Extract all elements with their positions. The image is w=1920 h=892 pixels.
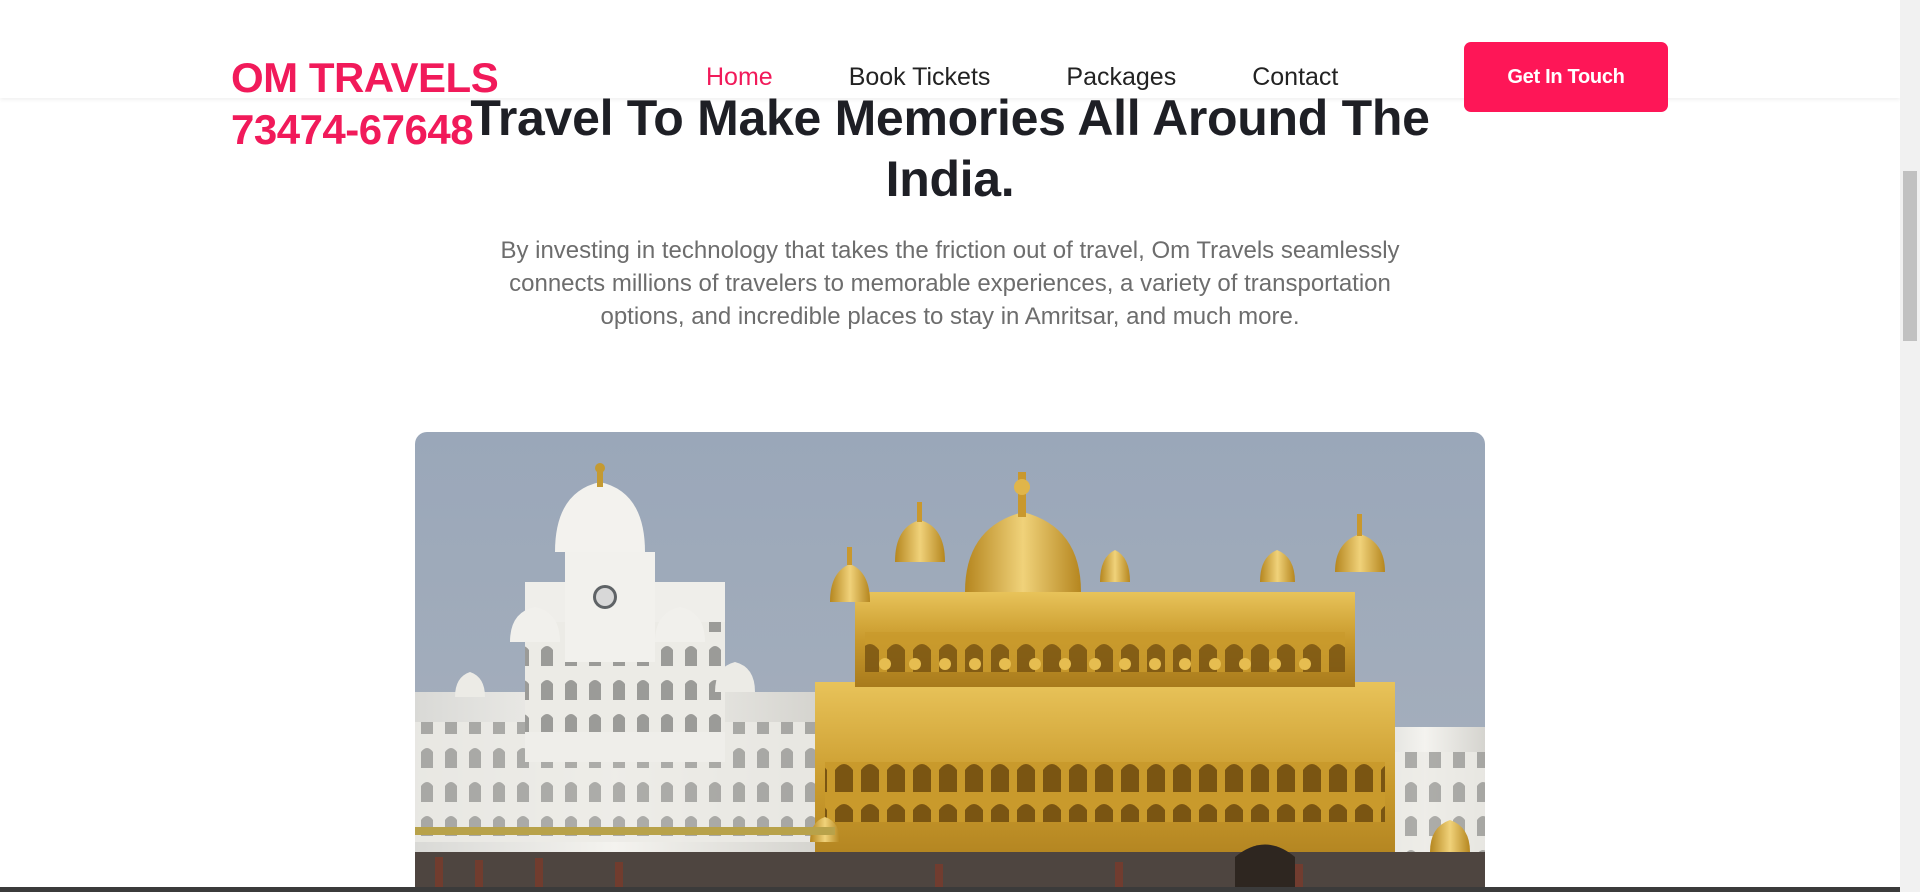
hero-title: Travel To Make Memories All Around The I…: [470, 90, 1430, 207]
hero-description: By investing in technology that takes th…: [500, 237, 1400, 330]
brand-name: OM TRAVELS: [231, 54, 499, 101]
golden-temple-image: [415, 432, 1485, 892]
get-in-touch-button[interactable]: Get In Touch: [1464, 42, 1668, 112]
brand-phone: 73474-67648: [231, 106, 474, 153]
bottom-edge: [0, 887, 1900, 892]
page: Home Book Tickets Packages Contact Get I…: [0, 0, 1900, 892]
scrollbar-thumb[interactable]: [1903, 171, 1917, 341]
brand-logo[interactable]: OM TRAVELS 73474-67648: [231, 52, 499, 156]
page-scrollbar[interactable]: [1900, 0, 1920, 892]
